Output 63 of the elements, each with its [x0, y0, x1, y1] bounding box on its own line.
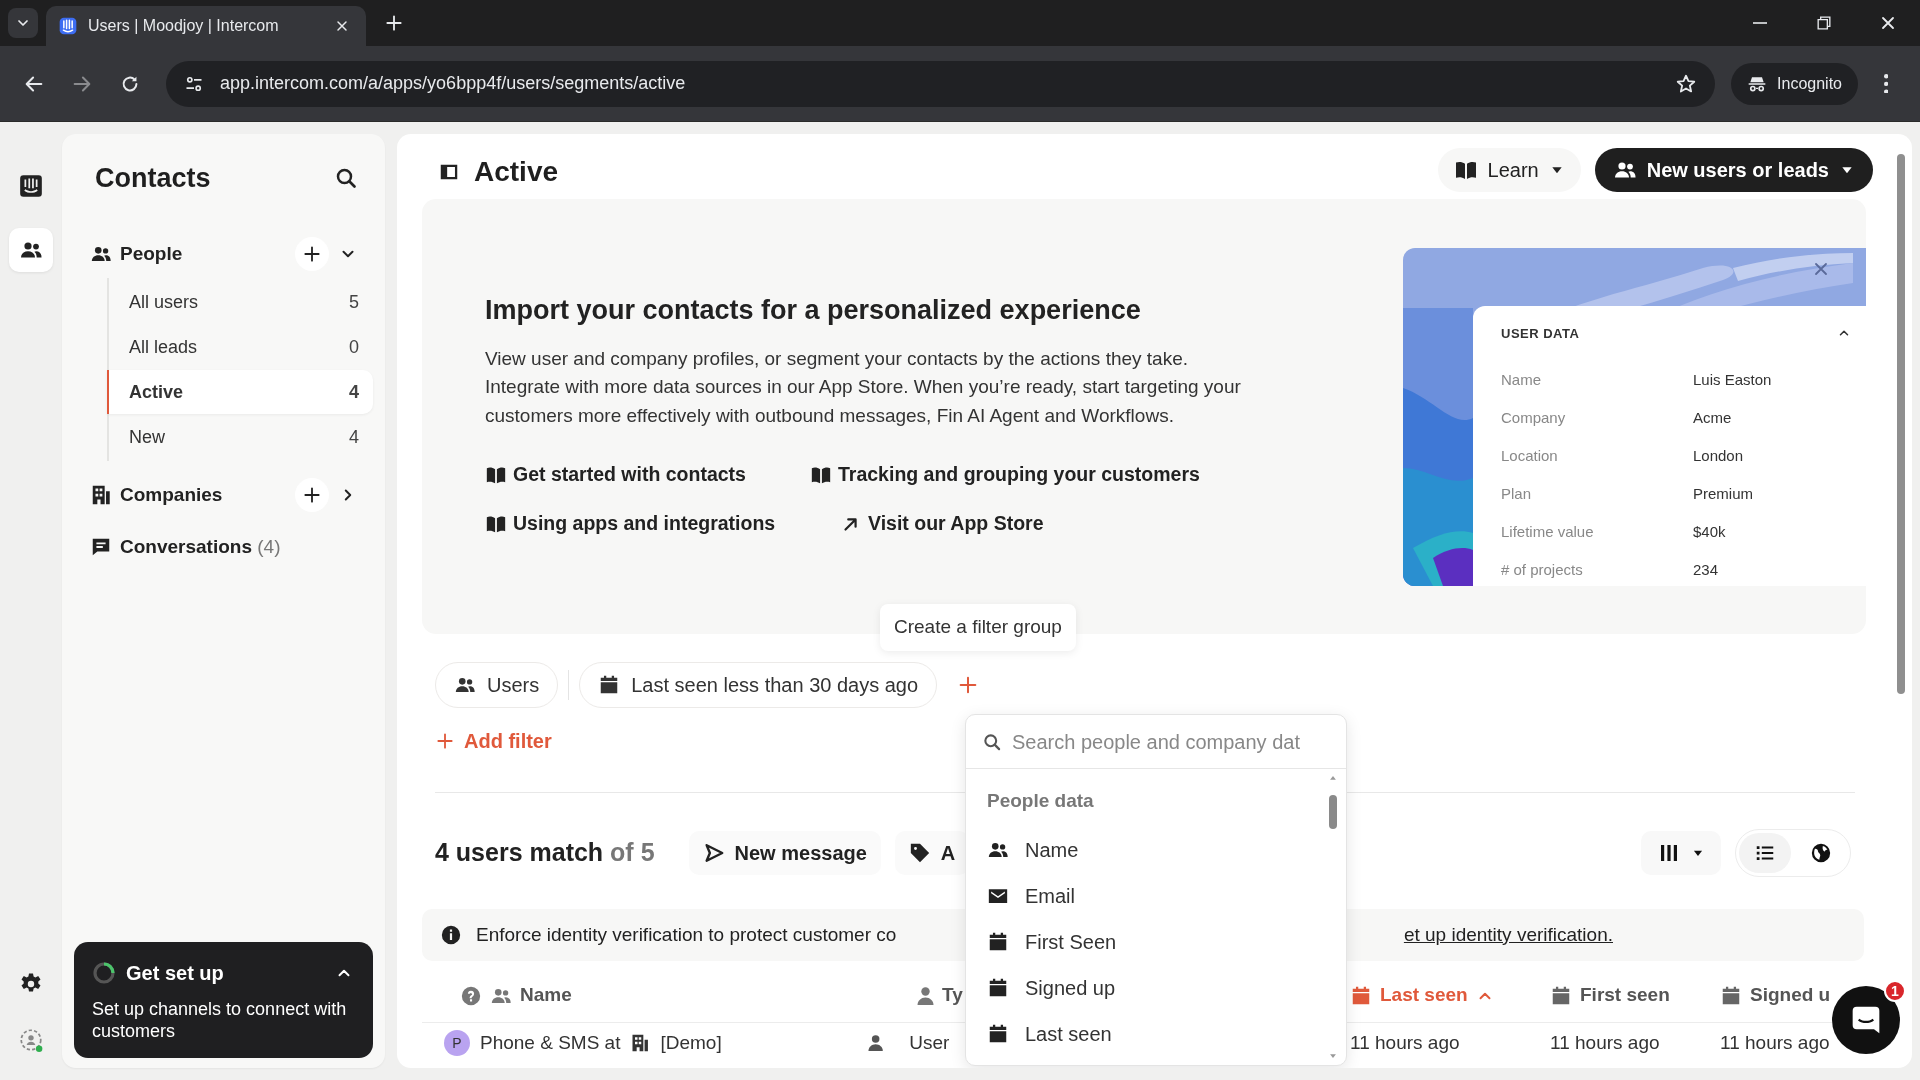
- segment-item[interactable]: All users 5: [107, 280, 373, 324]
- card-title: USER DATA: [1501, 324, 1580, 343]
- column-header[interactable]: Signed u: [1750, 981, 1831, 1010]
- banner-text: View user and company profiles, or segment your contacts by the actions they take. Integrate with more data sources in our App Store. When you’re ready, start targeting your customers more effectively with outbound messages, Fin AI Agent and Workflows.: [485, 346, 1242, 428]
- company-name: [Demo]: [660, 1030, 722, 1055]
- segment-item[interactable]: New 4: [107, 415, 373, 459]
- browser-tab[interactable]: Users | Moodjoy | Intercom: [46, 6, 366, 46]
- segment-item[interactable]: All leads 0: [107, 325, 373, 369]
- date-cell-text: 11 hours ago: [1550, 1030, 1661, 1055]
- incognito-button[interactable]: Incognito: [1731, 62, 1858, 105]
- date-cell-text: 11 hours ago: [1720, 1030, 1831, 1055]
- setup-text: Set up channels to connect with customers: [92, 998, 348, 1042]
- setup-title: Get set up: [126, 961, 225, 986]
- guide-link[interactable]: Using apps and integrations: [485, 509, 776, 539]
- verification-link[interactable]: et up identity verification.: [1403, 920, 1613, 950]
- external-link[interactable]: Visit our App Store: [840, 509, 1044, 539]
- section-heading: People data: [987, 788, 1095, 813]
- field-label: Location: [1501, 445, 1559, 466]
- avatar: P: [444, 1030, 470, 1056]
- field-label: # of projects: [1501, 559, 1584, 580]
- page-title: Active: [474, 156, 559, 189]
- people-nav-item[interactable]: People: [120, 239, 287, 269]
- type-cell-text: User: [909, 1030, 950, 1055]
- segment-item[interactable]: Active 4: [107, 370, 373, 414]
- field-label: Company: [1501, 407, 1567, 428]
- tooltip: Create a filter group: [880, 604, 1076, 651]
- attribute-option[interactable]: Name: [987, 827, 1326, 873]
- new-message-button[interactable]: New message: [688, 831, 881, 875]
- column-header[interactable]: Name: [520, 981, 572, 1010]
- guide-link[interactable]: Get started with contacts: [485, 460, 746, 490]
- search-field[interactable]: Search people and company dat: [1012, 726, 1334, 757]
- field-value: Acme: [1693, 407, 1733, 428]
- date-cell-text: 11 hours ago: [1350, 1030, 1461, 1055]
- field-value: 234: [1693, 559, 1720, 580]
- column-header[interactable]: Ty: [942, 981, 963, 1010]
- notification-badge: 1: [1884, 980, 1906, 1002]
- conversations-nav-item[interactable]: Conversations (4): [120, 532, 359, 562]
- attribute-option[interactable]: First Seen: [987, 919, 1326, 965]
- learn-button[interactable]: Learn: [1437, 148, 1581, 192]
- field-value: Luis Easton: [1693, 369, 1773, 390]
- address-bar[interactable]: app.intercom.com/a/apps/yo6bpp4f/users/segments/active: [166, 60, 1716, 107]
- attribute-option[interactable]: Last seen: [987, 1011, 1326, 1057]
- field-value: $40k: [1693, 521, 1727, 542]
- companies-nav-item[interactable]: Companies: [120, 480, 287, 510]
- banner-heading: Import your contacts for a personalized experience: [485, 294, 1142, 327]
- column-header[interactable]: Last seen: [1380, 981, 1468, 1010]
- notice-text: Enforce identity verification to protect customer co: [476, 922, 897, 947]
- contact-name[interactable]: Phone & SMS at: [480, 1028, 621, 1058]
- attribute-option[interactable]: Email: [987, 873, 1326, 919]
- sidebar-title: Contacts: [95, 161, 211, 195]
- audience-chip[interactable]: Users: [435, 662, 559, 708]
- field-value: London: [1693, 445, 1745, 466]
- field-label: Plan: [1501, 483, 1533, 504]
- filter-chip[interactable]: Last seen less than 30 days ago: [579, 662, 938, 708]
- column-header[interactable]: First seen: [1580, 981, 1670, 1010]
- field-label: Lifetime value: [1501, 521, 1595, 542]
- add-filter-button[interactable]: Add filter: [435, 726, 552, 756]
- results-count: 4 users match of 5: [435, 837, 655, 869]
- attribute-option[interactable]: Signed up: [987, 965, 1326, 1011]
- guide-link[interactable]: Tracking and grouping your customers: [810, 460, 1200, 490]
- field-value: Premium: [1693, 483, 1754, 504]
- new-users-button[interactable]: New users or leads: [1594, 148, 1873, 192]
- field-label: Name: [1501, 369, 1542, 390]
